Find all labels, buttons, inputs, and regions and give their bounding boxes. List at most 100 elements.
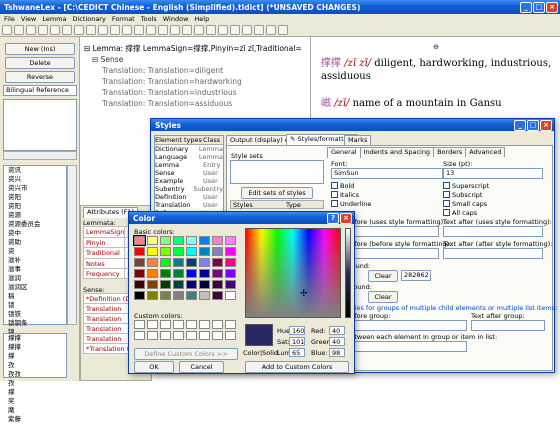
basic-color-swatch[interactable] bbox=[134, 291, 145, 300]
basic-color-swatch[interactable] bbox=[186, 258, 197, 267]
menu-item-tools[interactable]: Tools bbox=[141, 15, 157, 23]
tab-indents-and-spacing[interactable]: Indents and Spacing bbox=[359, 147, 435, 157]
reverse-button[interactable]: Reverse bbox=[5, 71, 75, 83]
toolbar-tool-icon[interactable] bbox=[98, 24, 108, 35]
basic-color-swatch[interactable] bbox=[225, 280, 236, 289]
custom-color-swatch[interactable] bbox=[173, 320, 184, 329]
foreground-hex[interactable]: 282862 bbox=[401, 270, 431, 281]
toolbar-tool-icon[interactable] bbox=[122, 24, 132, 35]
basic-color-swatch[interactable] bbox=[173, 236, 184, 245]
lemma-list-2[interactable]: 撑撑 撑撑撑孜孜孜孜撑奖麾紫藤 bbox=[3, 333, 67, 423]
text-after-input[interactable] bbox=[443, 226, 543, 237]
superscript-checkbox[interactable]: Superscript bbox=[443, 181, 489, 190]
basic-color-swatch[interactable] bbox=[186, 269, 197, 278]
horizontal-scrollbar[interactable] bbox=[3, 151, 77, 160]
styles-minimize-icon[interactable]: _ bbox=[514, 120, 526, 131]
toolbar-tool-icon[interactable] bbox=[74, 24, 84, 35]
basic-color-swatch[interactable] bbox=[147, 291, 158, 300]
basic-color-swatch[interactable] bbox=[212, 269, 223, 278]
basic-color-swatch[interactable] bbox=[199, 236, 210, 245]
basic-color-swatch[interactable] bbox=[186, 280, 197, 289]
bold-checkbox[interactable]: Bold bbox=[331, 181, 371, 190]
toolbar-tool-icon[interactable] bbox=[266, 24, 276, 35]
basic-color-swatch[interactable] bbox=[147, 280, 158, 289]
basic-color-swatch[interactable] bbox=[160, 291, 171, 300]
basic-color-swatch[interactable] bbox=[134, 247, 145, 256]
custom-color-swatch[interactable] bbox=[147, 320, 158, 329]
basic-color-swatch[interactable] bbox=[199, 280, 210, 289]
basic-color-swatch[interactable] bbox=[186, 291, 197, 300]
custom-color-swatch[interactable] bbox=[212, 320, 223, 329]
list-item[interactable]: 孜 bbox=[4, 361, 66, 370]
menu-item-window[interactable]: Window bbox=[163, 15, 189, 23]
tree-translation-node[interactable]: Translation: Translation=industrious bbox=[84, 87, 310, 98]
basic-color-swatch[interactable] bbox=[212, 247, 223, 256]
toolbar-tool-icon[interactable] bbox=[230, 24, 240, 35]
new-button[interactable]: New (Ins) bbox=[5, 43, 75, 55]
ok-button[interactable]: OK bbox=[134, 361, 174, 373]
italics-checkbox[interactable]: Italics bbox=[331, 190, 371, 199]
allcaps-checkbox[interactable]: All caps bbox=[443, 208, 489, 217]
list-item[interactable]: 滋补 bbox=[4, 256, 66, 265]
element-type-row[interactable]: Subentry Subentry bbox=[155, 185, 223, 193]
basic-color-swatch[interactable] bbox=[173, 280, 184, 289]
basic-color-swatch[interactable] bbox=[225, 291, 236, 300]
basic-color-swatch[interactable] bbox=[160, 247, 171, 256]
list-item[interactable]: 资讯 bbox=[4, 166, 66, 175]
toolbar-tool-icon[interactable] bbox=[170, 24, 180, 35]
style-sets-list[interactable] bbox=[230, 160, 324, 184]
basic-color-swatch[interactable] bbox=[147, 247, 158, 256]
tree-translation-node[interactable]: Translation: Translation=hardworking bbox=[84, 76, 310, 87]
list-item[interactable]: 撑撑 bbox=[4, 334, 66, 343]
menu-item-format[interactable]: Format bbox=[112, 15, 135, 23]
list-item[interactable]: 锁 bbox=[4, 301, 66, 310]
red-input[interactable]: 40 bbox=[329, 326, 345, 335]
basic-color-swatch[interactable] bbox=[186, 236, 197, 245]
list-item[interactable]: 资助 bbox=[4, 238, 66, 247]
element-type-row[interactable]: Language Lemma bbox=[155, 153, 223, 161]
color-spectrum[interactable]: ✢ bbox=[245, 228, 341, 318]
foreground-clear-button[interactable]: Clear bbox=[368, 270, 398, 282]
toolbar-tool-icon[interactable] bbox=[146, 24, 156, 35]
basic-color-swatch[interactable] bbox=[225, 269, 236, 278]
toolbar-tool-icon[interactable] bbox=[278, 24, 288, 35]
text-after2-input[interactable] bbox=[443, 248, 543, 259]
toolbar-tool-icon[interactable] bbox=[110, 24, 120, 35]
element-type-row[interactable]: Lemma Entry bbox=[155, 161, 223, 169]
luminance-slider[interactable] bbox=[345, 228, 351, 318]
bilingual-reference-field[interactable]: Bilingual Reference bbox=[3, 85, 77, 96]
font-select[interactable]: SimSun bbox=[331, 168, 443, 179]
basic-color-swatch[interactable] bbox=[212, 258, 223, 267]
basic-color-swatch[interactable] bbox=[173, 258, 184, 267]
sat-input[interactable]: 101 bbox=[289, 337, 305, 346]
edit-sets-button[interactable]: Edit sets of styles bbox=[241, 187, 313, 199]
toolbar-tool-icon[interactable] bbox=[62, 24, 72, 35]
list-item[interactable]: 资源委员会 bbox=[4, 220, 66, 229]
delete-button[interactable]: Delete bbox=[5, 57, 75, 69]
toolbar-tool-icon[interactable] bbox=[2, 24, 12, 35]
toolbar-tool-icon[interactable] bbox=[50, 24, 60, 35]
toolbar-tool-icon[interactable] bbox=[26, 24, 36, 35]
tree-translation-node[interactable]: Translation: Translation=assiduous bbox=[84, 98, 310, 109]
custom-color-swatch[interactable] bbox=[225, 320, 236, 329]
color-close-icon[interactable]: × bbox=[340, 213, 352, 224]
custom-color-swatch[interactable] bbox=[173, 331, 184, 340]
blue-input[interactable]: 98 bbox=[329, 348, 345, 357]
menu-item-dictionary[interactable]: Dictionary bbox=[72, 15, 105, 23]
styles-maximize-icon[interactable]: □ bbox=[527, 120, 539, 131]
list-item[interactable]: 滋润区 bbox=[4, 283, 66, 292]
tab-advanced[interactable]: Advanced bbox=[465, 147, 506, 157]
custom-color-swatch[interactable] bbox=[199, 320, 210, 329]
basic-color-swatch[interactable] bbox=[212, 280, 223, 289]
col-element-types[interactable]: Element types bbox=[155, 136, 203, 144]
toolbar-tool-icon[interactable] bbox=[194, 24, 204, 35]
list-item[interactable]: 资中 bbox=[4, 229, 66, 238]
basic-color-swatch[interactable] bbox=[134, 258, 145, 267]
basic-color-swatch[interactable] bbox=[147, 269, 158, 278]
list-item[interactable]: 锁钢条 bbox=[4, 319, 66, 328]
basic-color-swatch[interactable] bbox=[225, 247, 236, 256]
custom-color-swatch[interactable] bbox=[134, 331, 145, 340]
menu-item-lemma[interactable]: Lemma bbox=[42, 15, 66, 23]
list-item[interactable]: 资阳 bbox=[4, 193, 66, 202]
list-item[interactable]: 紫藤 bbox=[4, 415, 66, 424]
